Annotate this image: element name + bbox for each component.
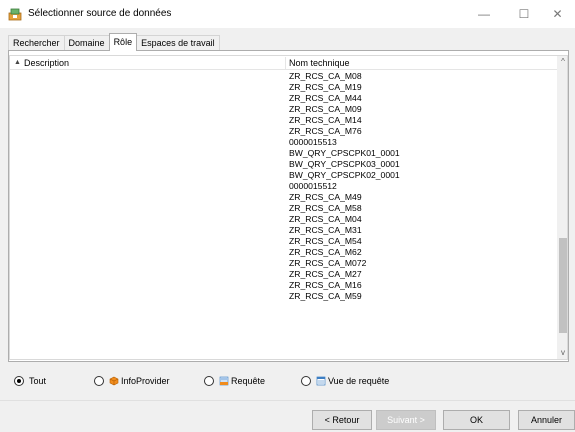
folder-row[interactable]: +SPRINT - Value CreationZR_RCS_CA_M62 bbox=[10, 247, 559, 258]
tab-panel: ▲ Description Nom technique +PM - Plant … bbox=[8, 50, 569, 362]
radio-infoprovider-dot[interactable] bbox=[94, 376, 104, 386]
technical-name-cell: ZR_RCS_CA_M072 bbox=[289, 258, 367, 268]
folder-row[interactable]: +SPM - Sustainable Portfolio ManagementZ… bbox=[10, 203, 559, 214]
column-header-technical-name[interactable]: Nom technique bbox=[289, 56, 350, 70]
close-button[interactable]: ✕ bbox=[540, 0, 575, 28]
tree-rows: +PM - Plant MaintenanceZR_RCS_CA_M08+PP … bbox=[10, 71, 559, 302]
radio-tout-label: Tout bbox=[29, 376, 47, 386]
radio-vue-de-requete[interactable]: Vue de requête bbox=[301, 375, 389, 387]
technical-name-cell: BW_QRY_CPSCPK03_0001 bbox=[289, 159, 400, 169]
back-button[interactable]: < Retour bbox=[312, 410, 372, 430]
app-icon bbox=[8, 8, 22, 21]
query-icon bbox=[219, 376, 229, 386]
sort-ascending-icon: ▲ bbox=[14, 59, 21, 66]
technical-name-cell: ZR_RCS_CA_M62 bbox=[289, 247, 362, 257]
column-header-description[interactable]: Description bbox=[24, 56, 69, 70]
scroll-thumb[interactable] bbox=[559, 238, 567, 333]
tab-espaces-de-travail[interactable]: Espaces de travail bbox=[136, 35, 220, 51]
folder-row[interactable]: +SPRINT - Supplier CreditZR_RCS_CA_M54 bbox=[10, 236, 559, 247]
radio-requete-dot[interactable] bbox=[204, 376, 214, 386]
infoprovider-icon bbox=[109, 376, 119, 386]
radio-vue-de-requete-label: Vue de requête bbox=[328, 376, 390, 386]
tab-domaine[interactable]: Domaine bbox=[63, 35, 110, 51]
technical-name-cell: ZR_RCS_CA_M19 bbox=[289, 82, 362, 92]
column-divider[interactable] bbox=[285, 57, 286, 69]
folder-row[interactable]: +SD - Sales and DistributionZR_RCS_CA_M4… bbox=[10, 192, 559, 203]
folder-row[interactable]: +PS - Project CostsZR_RCS_CA_M09 bbox=[10, 104, 559, 115]
next-button[interactable]: Suivant > bbox=[376, 410, 436, 430]
folder-row[interactable]: +VBF - Value Based FeeZR_RCS_CA_M59 bbox=[10, 291, 559, 302]
folder-row[interactable]: +QM - Quality ManagementZR_RCS_CA_M14 bbox=[10, 115, 559, 126]
query-row[interactable]: SCREEN - Pack. Inventory analysis - Deta… bbox=[10, 148, 559, 159]
folder-row[interactable]: +PS - COLMARZR_RCS_CA_M44 bbox=[10, 93, 559, 104]
minimize-button[interactable]: — bbox=[464, 0, 504, 28]
technical-name-cell: BW_QRY_CPSCPK02_0001 bbox=[289, 170, 400, 180]
technical-name-cell: BW_QRY_CPSCPK01_0001 bbox=[289, 148, 400, 158]
technical-name-cell: ZR_RCS_CA_M31 bbox=[289, 225, 362, 235]
query-view-icon bbox=[316, 376, 326, 386]
technical-name-cell: 0000015512 bbox=[289, 181, 337, 191]
folder-row[interactable]: −Packaging0000015513 bbox=[10, 137, 559, 148]
technical-name-cell: ZR_RCS_CA_M14 bbox=[289, 115, 362, 125]
folder-row[interactable]: −SCREEN - Transport & Packaging Analysis… bbox=[10, 126, 559, 137]
grid-header: ▲ Description Nom technique bbox=[10, 56, 559, 70]
technical-name-cell: ZR_RCS_CA_M58 bbox=[289, 203, 362, 213]
radio-tout-dot[interactable] bbox=[14, 376, 24, 386]
query-row[interactable]: SCREEN - Pack. Purchasing analysis (Core… bbox=[10, 170, 559, 181]
technical-name-cell: ZR_RCS_CA_M04 bbox=[289, 214, 362, 224]
source-type-filter: Tout InfoProvider Requête Vue de requête bbox=[8, 362, 570, 400]
ok-button[interactable]: OK bbox=[443, 410, 510, 430]
technical-name-cell: 0000015513 bbox=[289, 137, 337, 147]
technical-name-cell: ZR_RCS_CA_M44 bbox=[289, 93, 362, 103]
maximize-button[interactable]: ☐ bbox=[504, 0, 544, 28]
folder-row[interactable]: +SPRINT - PurchasingZR_RCS_CA_M04 bbox=[10, 214, 559, 225]
folder-row[interactable]: +TR-CASS - Audit logsZR_RCS_CA_M27 bbox=[10, 269, 559, 280]
folder-row[interactable]: +PM - Plant MaintenanceZR_RCS_CA_M08 bbox=[10, 71, 559, 82]
radio-tout[interactable]: Tout bbox=[14, 375, 46, 387]
radio-vue-de-requete-dot[interactable] bbox=[301, 376, 311, 386]
folder-row[interactable]: +TR - Transportation costsZR_RCS_CA_M072 bbox=[10, 258, 559, 269]
folder-row[interactable]: +PP - Production PlanningZR_RCS_CA_M19 bbox=[10, 82, 559, 93]
technical-name-cell: ZR_RCS_CA_M09 bbox=[289, 104, 362, 114]
folder-row[interactable]: +Validation's RoleZR_RCS_CA_M16 bbox=[10, 280, 559, 291]
cancel-button[interactable]: Annuler bbox=[518, 410, 575, 430]
tab-strip: Rechercher Domaine Rôle Espaces de trava… bbox=[8, 33, 220, 51]
technical-name-cell: ZR_RCS_CA_M59 bbox=[289, 291, 362, 301]
tab-rechercher[interactable]: Rechercher bbox=[8, 35, 65, 51]
scroll-down-icon[interactable]: v bbox=[557, 347, 567, 359]
technical-name-cell: ZR_RCS_CA_M27 bbox=[289, 269, 362, 279]
technical-name-cell: ZR_RCS_CA_M08 bbox=[289, 71, 362, 81]
query-row[interactable]: SCREEN - Pack. Manuf. Consumpt. (vs Sale… bbox=[10, 159, 559, 170]
radio-infoprovider-label: InfoProvider bbox=[121, 376, 170, 386]
folder-row[interactable]: +SPRINT - SBS - PTPZR_RCS_CA_M31 bbox=[10, 225, 559, 236]
radio-requete[interactable]: Requête bbox=[204, 375, 265, 387]
window-title: Sélectionner source de données bbox=[28, 8, 172, 19]
technical-name-cell: ZR_RCS_CA_M16 bbox=[289, 280, 362, 290]
role-tree-grid: ▲ Description Nom technique +PM - Plant … bbox=[9, 55, 568, 360]
vertical-scrollbar[interactable]: ^ v bbox=[557, 56, 567, 359]
technical-name-cell: ZR_RCS_CA_M54 bbox=[289, 236, 362, 246]
divider bbox=[0, 400, 575, 401]
radio-infoprovider[interactable]: InfoProvider bbox=[94, 375, 170, 387]
technical-name-cell: ZR_RCS_CA_M49 bbox=[289, 192, 362, 202]
radio-requete-label: Requête bbox=[231, 376, 266, 386]
folder-row[interactable]: +Transport0000015512 bbox=[10, 181, 559, 192]
title-bar: Sélectionner source de données — ☐ ✕ bbox=[0, 0, 575, 28]
tab-role[interactable]: Rôle bbox=[108, 33, 138, 51]
technical-name-cell: ZR_RCS_CA_M76 bbox=[289, 126, 362, 136]
scroll-up-icon[interactable]: ^ bbox=[557, 56, 567, 68]
